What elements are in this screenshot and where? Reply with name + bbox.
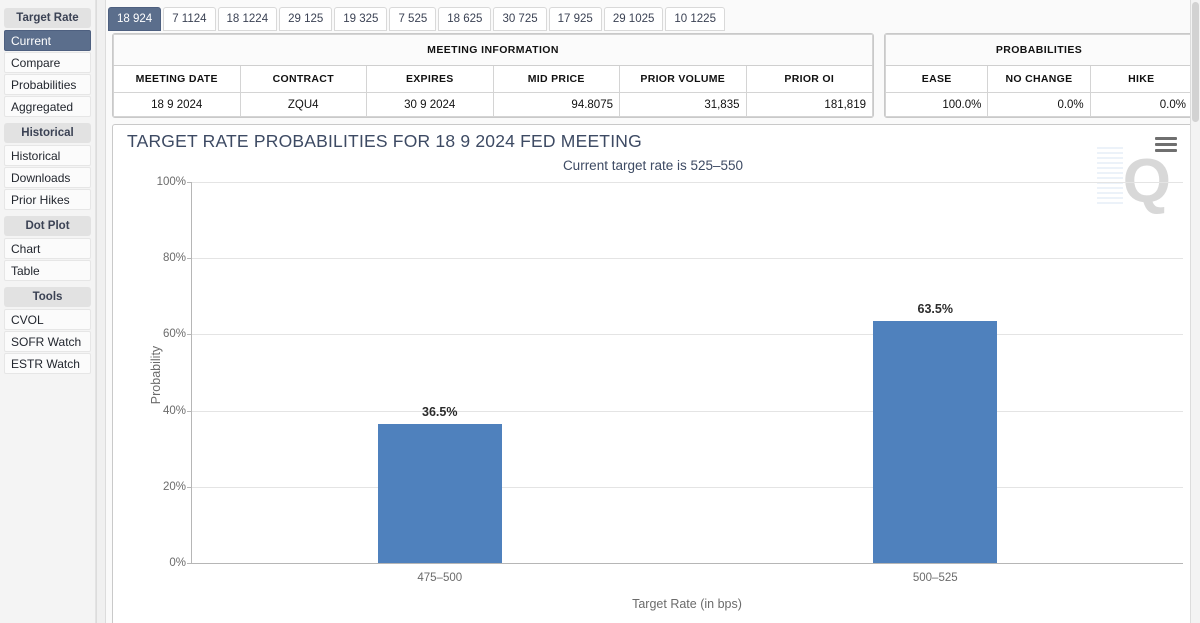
- plot-area: 0% 20% 40% 60% 80% 100% 36.5% 475–500 63.5% 500–5…: [157, 176, 1183, 584]
- tab-18-625[interactable]: 18 625: [438, 7, 492, 31]
- tab-7-1124[interactable]: 7 1124: [163, 7, 216, 31]
- y-axis-label: Probability: [149, 345, 164, 405]
- sidebar-item-compare[interactable]: Compare: [4, 52, 91, 73]
- vertical-scrollbar[interactable]: [1190, 0, 1200, 623]
- sidebar-item-chart[interactable]: Chart: [4, 238, 91, 259]
- column-header-contract: CONTRACT: [239, 65, 367, 93]
- table-row: 18 9 2024 ZQU4 30 9 2024 94.8075 31,835 …: [113, 92, 873, 117]
- sidebar-item-probabilities[interactable]: Probabilities: [4, 74, 91, 95]
- target-rate-probabilities-chart: TARGET RATE PROBABILITIES FOR 18 9 2024 …: [112, 124, 1194, 623]
- sidebar-content-divider: [96, 0, 106, 623]
- meeting-tabs: 18 924 7 1124 18 1224 29 125 19 325 7 52…: [106, 0, 1200, 33]
- column-header-no-change: NO CHANGE: [987, 65, 1091, 93]
- chart-subtitle: Current target rate is 525–550: [562, 158, 744, 173]
- meeting-information-caption: MEETING INFORMATION: [113, 34, 873, 66]
- probabilities-panel: PROBABILITIES EASE NO CHANGE HIKE 100.0%…: [884, 33, 1194, 118]
- y-axis-tick-label: 80%: [162, 252, 186, 265]
- cell-contract: ZQU4: [239, 92, 367, 117]
- cell-ease: 100.0%: [884, 92, 989, 117]
- bar-value-label: 63.5%: [917, 302, 953, 317]
- gridline: [192, 563, 1183, 564]
- meeting-information-panel: MEETING INFORMATION MEETING DATE CONTRAC…: [112, 33, 874, 118]
- cell-prior-oi: 181,819: [745, 92, 873, 117]
- cell-no-change: 0.0%: [987, 92, 1091, 117]
- tab-29-1025[interactable]: 29 1025: [603, 7, 664, 31]
- y-axis-tick-label: 0%: [169, 557, 186, 569]
- sidebar: Target Rate Current Compare Probabilitie…: [0, 0, 96, 623]
- sidebar-group-header-tools: Tools: [4, 287, 91, 307]
- tab-29-125[interactable]: 29 125: [279, 7, 333, 31]
- gridline: [192, 410, 1183, 412]
- tab-18-1224[interactable]: 18 1224: [217, 7, 278, 31]
- cell-hike: 0.0%: [1089, 92, 1194, 117]
- column-header-prior-volume: PRIOR VOLUME: [619, 65, 747, 93]
- meeting-information-table: MEETING INFORMATION MEETING DATE CONTRAC…: [113, 34, 873, 117]
- sidebar-item-historical[interactable]: Historical: [4, 145, 91, 166]
- table-header-row: EASE NO CHANGE HIKE: [884, 65, 1194, 93]
- tab-7-525[interactable]: 7 525: [389, 7, 437, 31]
- fedwatch-app: Target Rate Current Compare Probabilitie…: [0, 0, 1200, 623]
- chart-title: TARGET RATE PROBABILITIES FOR 18 9 2024 …: [127, 131, 642, 151]
- sidebar-group-header-target-rate: Target Rate: [4, 8, 91, 28]
- sidebar-item-downloads[interactable]: Downloads: [4, 167, 91, 188]
- sidebar-item-aggregated[interactable]: Aggregated: [4, 96, 91, 117]
- y-axis-tick-label: 60%: [162, 328, 186, 341]
- main-content: 18 924 7 1124 18 1224 29 125 19 325 7 52…: [106, 0, 1200, 623]
- y-axis-tickmark: [187, 258, 192, 260]
- cell-expires: 30 9 2024: [366, 92, 494, 117]
- gridline: [192, 258, 1183, 260]
- probabilities-caption: PROBABILITIES: [885, 34, 1193, 66]
- tab-10-1225[interactable]: 10 1225: [665, 7, 725, 31]
- column-header-ease: EASE: [884, 65, 989, 93]
- y-axis-tickmark: [187, 563, 192, 564]
- gridline: [192, 182, 1183, 183]
- y-axis-tickmark: [187, 410, 192, 412]
- cell-meeting-date: 18 9 2024: [113, 92, 241, 117]
- sidebar-item-prior-hikes[interactable]: Prior Hikes: [4, 189, 91, 210]
- sidebar-group-header-dot-plot: Dot Plot: [4, 216, 91, 236]
- scrollbar-thumb[interactable]: [1192, 2, 1199, 122]
- column-header-hike: HIKE: [1089, 65, 1194, 93]
- y-axis-tickmark: [187, 486, 192, 488]
- y-axis-tick-label: 40%: [162, 404, 186, 417]
- table-row: 100.0% 0.0% 0.0%: [884, 92, 1194, 117]
- bar-475-500[interactable]: [377, 423, 502, 563]
- sidebar-group-header-historical: Historical: [4, 123, 91, 143]
- tab-18-924[interactable]: 18 924: [108, 7, 162, 31]
- tab-17-925[interactable]: 17 925: [548, 7, 602, 31]
- column-header-prior-oi: PRIOR OI: [745, 65, 873, 93]
- summary-tables: MEETING INFORMATION MEETING DATE CONTRAC…: [106, 33, 1200, 118]
- column-header-expires: EXPIRES: [366, 65, 494, 93]
- bar-value-label: 36.5%: [422, 404, 458, 419]
- y-axis-tick-label: 100%: [156, 176, 186, 188]
- cell-mid-price: 94.8075: [492, 92, 620, 117]
- x-axis-tick-label: 475–500: [417, 572, 463, 584]
- column-header-meeting-date: MEETING DATE: [113, 65, 241, 93]
- bar-500-525[interactable]: [873, 321, 998, 563]
- y-axis-tickmark: [187, 334, 192, 336]
- y-axis-tick-label: 20%: [162, 480, 186, 493]
- probabilities-table: PROBABILITIES EASE NO CHANGE HIKE 100.0%…: [884, 34, 1194, 117]
- x-axis-label: Target Rate (in bps): [632, 597, 742, 611]
- sidebar-item-table[interactable]: Table: [4, 260, 91, 281]
- tab-19-325[interactable]: 19 325: [334, 7, 388, 31]
- gridline: [192, 486, 1183, 488]
- sidebar-item-current[interactable]: Current: [4, 30, 91, 51]
- column-header-mid-price: MID PRICE: [492, 65, 620, 93]
- sidebar-item-sofr-watch[interactable]: SOFR Watch: [4, 331, 91, 352]
- x-axis-tick-label: 500–525: [912, 572, 958, 584]
- sidebar-item-estr-watch[interactable]: ESTR Watch: [4, 353, 91, 374]
- y-axis-tickmark: [187, 182, 192, 183]
- sidebar-item-cvol[interactable]: CVOL: [4, 309, 91, 330]
- cell-prior-volume: 31,835: [619, 92, 747, 117]
- table-header-row: MEETING DATE CONTRACT EXPIRES MID PRICE …: [113, 65, 873, 93]
- tab-30-725[interactable]: 30 725: [493, 7, 547, 31]
- gridline: [192, 334, 1183, 336]
